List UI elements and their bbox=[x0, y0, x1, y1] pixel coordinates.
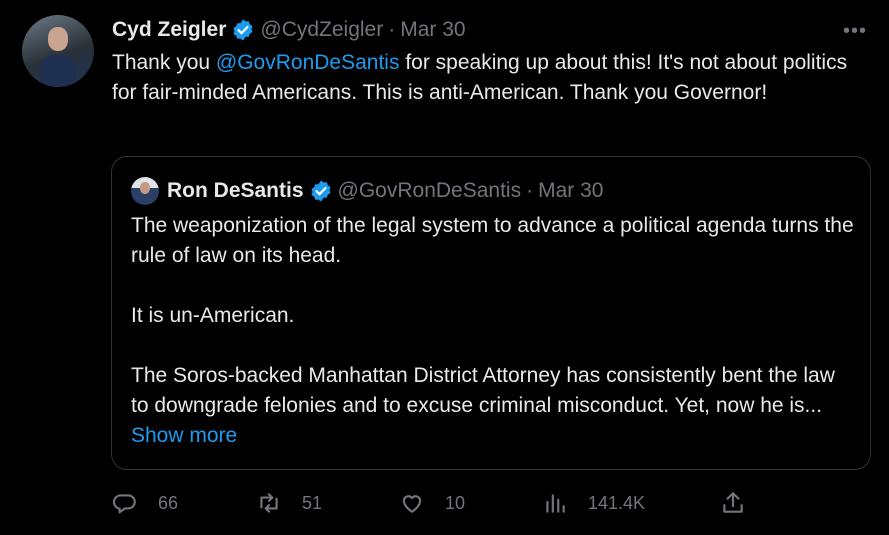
reply-button[interactable]: 66 bbox=[112, 488, 178, 518]
views-icon bbox=[546, 494, 565, 513]
reply-count: 66 bbox=[158, 492, 179, 513]
share-icon bbox=[723, 492, 743, 513]
reply-icon bbox=[112, 494, 136, 514]
quoted-avatar-face bbox=[140, 182, 150, 194]
separator: · bbox=[388, 18, 396, 41]
tweet-text: Thank you @GovRonDeSantis for speaking u… bbox=[112, 48, 862, 108]
quoted-tweet-header: Ron DeSantis @GovRonDeSantis · Mar 30 bbox=[167, 177, 603, 205]
share-button[interactable] bbox=[720, 488, 746, 518]
tweet-header: Cyd Zeigler @CydZeigler · Mar 30 bbox=[112, 17, 466, 43]
quoted-author-name: Ron DeSantis bbox=[167, 179, 304, 202]
verified-badge-icon bbox=[233, 19, 253, 41]
quoted-tweet-text: The weaponization of the legal system to… bbox=[131, 211, 856, 451]
show-more-link[interactable]: Show more bbox=[131, 424, 237, 447]
quoted-tweet[interactable]: Ron DeSantis @GovRonDeSantis · Mar 30 Th… bbox=[111, 156, 871, 470]
quoted-paragraph: The Soros-backed Manhattan District Atto… bbox=[131, 361, 856, 451]
heart-icon bbox=[402, 495, 422, 513]
quoted-paragraph-text: The Soros-backed Manhattan District Atto… bbox=[131, 364, 835, 417]
avatar-shirt bbox=[40, 55, 76, 87]
tweet-text-start: Thank you bbox=[112, 51, 216, 74]
views-button[interactable]: 141.4K bbox=[542, 488, 645, 518]
tweet-date[interactable]: Mar 30 bbox=[400, 18, 465, 42]
verified-badge-icon bbox=[311, 180, 331, 202]
quoted-author-handle: @GovRonDeSantis bbox=[337, 179, 522, 202]
quoted-paragraph: It is un-American. bbox=[131, 304, 295, 327]
more-options-icon[interactable]: ••• bbox=[843, 20, 867, 43]
quoted-author-avatar bbox=[131, 177, 159, 205]
tweet-actions: 66 51 10 141.4K bbox=[112, 488, 752, 518]
author-handle[interactable]: @CydZeigler bbox=[260, 18, 383, 42]
views-count: 141.4K bbox=[588, 492, 646, 513]
like-count: 10 bbox=[445, 492, 466, 513]
quoted-paragraph: The weaponization of the legal system to… bbox=[131, 214, 854, 267]
retweet-button[interactable]: 51 bbox=[256, 488, 322, 518]
like-button[interactable]: 10 bbox=[399, 488, 465, 518]
mention-link[interactable]: @GovRonDeSantis bbox=[216, 51, 400, 74]
author-avatar[interactable] bbox=[22, 15, 94, 87]
avatar-face bbox=[48, 27, 68, 51]
separator: · bbox=[526, 179, 534, 202]
retweet-count: 51 bbox=[302, 492, 323, 513]
quoted-tweet-date: Mar 30 bbox=[538, 179, 604, 202]
retweet-icon bbox=[260, 493, 278, 513]
author-name[interactable]: Cyd Zeigler bbox=[112, 18, 226, 42]
